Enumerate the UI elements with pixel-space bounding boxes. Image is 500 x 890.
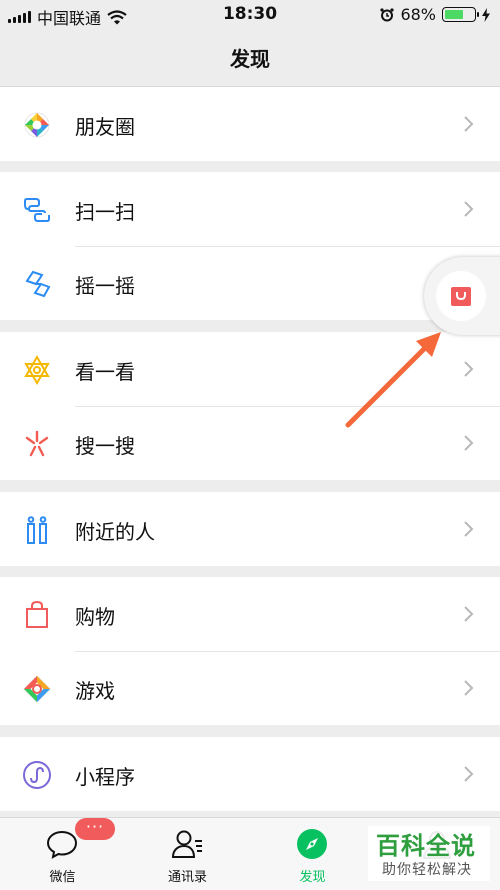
battery-icon	[442, 7, 479, 22]
status-bar: 中国联通 18:30 68%	[0, 0, 500, 30]
chat-bubble-icon	[46, 830, 78, 859]
scan-icon	[24, 198, 50, 222]
chevron-right-icon	[464, 201, 474, 217]
compass-icon	[297, 829, 327, 859]
watermark: 百科全说 助你轻松解决	[368, 826, 490, 881]
menu-item-label: 看一看	[75, 360, 135, 384]
menu-item-label: 摇一摇	[75, 274, 135, 298]
mini-program-icon	[23, 761, 51, 789]
charging-bolt-icon	[482, 7, 490, 22]
alarm-icon	[380, 7, 395, 21]
tab-label: 发现	[299, 870, 326, 885]
menu-item-shopping[interactable]: 购物	[0, 577, 500, 651]
tab-contacts[interactable]: 通讯录	[125, 818, 250, 890]
chevron-right-icon	[464, 435, 474, 451]
tab-chats[interactable]: ··· 微信	[0, 818, 125, 890]
battery-percent: 68%	[400, 5, 436, 24]
menu-item-label: 附近的人	[75, 520, 155, 544]
shopping-bag-icon	[26, 600, 48, 628]
menu-item-label: 朋友圈	[75, 115, 135, 139]
menu-item-label: 小程序	[75, 765, 135, 789]
page-title: 发现	[230, 47, 270, 71]
tab-label: 通讯录	[167, 870, 207, 885]
menu-item-label: 购物	[75, 605, 115, 629]
menu-item-games[interactable]: 游戏	[0, 651, 500, 725]
contacts-icon	[171, 830, 202, 858]
annotation-arrow-icon	[345, 332, 441, 428]
chevron-right-icon	[464, 680, 474, 696]
menu-item-label: 扫一扫	[75, 200, 135, 224]
menu-item-scan[interactable]: 扫一扫	[0, 172, 500, 246]
chevron-right-icon	[464, 361, 474, 377]
menu-item-moments[interactable]: 朋友圈	[0, 87, 500, 161]
watermark-subtitle: 助你轻松解决	[382, 862, 472, 878]
games-icon	[23, 675, 51, 703]
search-icon	[25, 430, 49, 457]
shake-icon	[25, 270, 51, 298]
shopping-bag-icon	[451, 287, 471, 306]
floating-shopping-bubble[interactable]	[424, 257, 500, 335]
list-group-nearby: 附近的人	[0, 492, 500, 566]
nav-bar: 发现	[0, 30, 500, 87]
menu-item-mini-programs[interactable]: 小程序	[0, 737, 500, 811]
watermark-title: 百科全说	[376, 832, 476, 860]
unread-badge: ···	[75, 818, 115, 840]
menu-item-label: 搜一搜	[75, 434, 135, 458]
list-group-mini-programs: 小程序	[0, 737, 500, 811]
list-group-moments: 朋友圈	[0, 87, 500, 161]
tab-label: 微信	[49, 870, 76, 885]
chevron-right-icon	[464, 606, 474, 622]
people-nearby-icon	[27, 516, 47, 544]
list-group-shopping-games: 购物 游戏	[0, 577, 500, 725]
menu-item-people-nearby[interactable]: 附近的人	[0, 492, 500, 566]
menu-item-label: 游戏	[75, 679, 115, 703]
chevron-right-icon	[464, 766, 474, 782]
tab-discover[interactable]: 发现	[250, 818, 375, 890]
chevron-right-icon	[464, 521, 474, 537]
chevron-right-icon	[464, 116, 474, 132]
moments-icon	[24, 112, 50, 138]
top-stories-icon	[24, 355, 50, 385]
